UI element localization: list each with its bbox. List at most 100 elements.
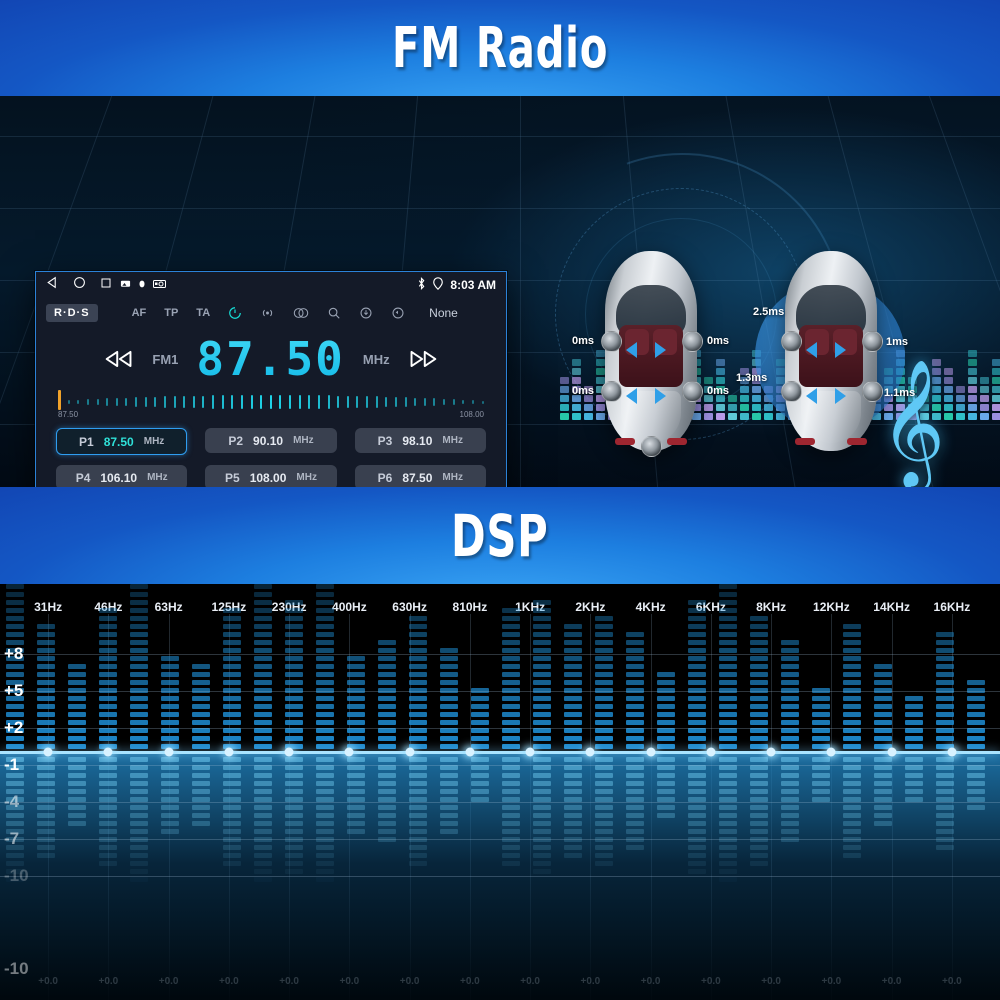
spectrum-bar-reflection	[68, 757, 86, 826]
scale-tick	[394, 396, 397, 408]
scale-tick	[212, 395, 214, 409]
delay-label: 0ms	[707, 335, 730, 347]
spectrum-bar	[316, 584, 334, 749]
rewind-icon[interactable]	[104, 346, 134, 372]
bg-band-handle	[224, 747, 234, 757]
bg-band-handle	[525, 747, 535, 757]
preset-frequency: 87.50	[402, 470, 433, 485]
scale-tick	[366, 396, 368, 408]
scale-tick	[375, 396, 378, 408]
spectrum-bar-reflection	[843, 757, 861, 858]
spectrum-bar	[905, 696, 923, 749]
delay-label: 0ms	[572, 335, 595, 347]
scale-tick	[154, 396, 157, 408]
fast-forward-icon[interactable]	[408, 346, 438, 372]
speaker-icon	[682, 331, 703, 352]
bg-grid-line	[0, 654, 1000, 655]
download-icon[interactable]	[359, 306, 373, 320]
preset-button-p1[interactable]: P1 87.50 MHz	[56, 428, 188, 455]
bg-band-handle	[947, 747, 957, 757]
bg-axis-label: +8	[4, 644, 24, 663]
preset-unit: MHz	[442, 472, 463, 483]
delay-label: 1.3ms	[736, 372, 768, 384]
preset-button-p2[interactable]: P2 90.10 MHz	[205, 428, 337, 453]
scale-tick	[115, 397, 118, 407]
bg-band-handle	[43, 747, 53, 757]
preset-number: P3	[377, 433, 393, 448]
spectrum-bar	[471, 688, 489, 749]
home-icon[interactable]	[73, 276, 86, 294]
preset-frequency: 98.10	[402, 433, 433, 448]
scale-tick	[202, 395, 205, 409]
bg-axis-label: +5	[4, 681, 24, 700]
rds-pty-value[interactable]: None	[429, 306, 458, 320]
band-label[interactable]: FM1	[152, 352, 178, 367]
preset-button-p6[interactable]: P6 87.50 MHz	[354, 465, 486, 487]
scale-tick	[404, 397, 407, 407]
bg-band-value: +0.0	[339, 976, 360, 987]
tuning-scale[interactable]: 87.50 108.00	[58, 390, 484, 424]
preset-button-p5[interactable]: P5 108.00 MHz	[205, 465, 337, 487]
spectrum-bar-reflection	[192, 757, 210, 826]
spectrum-bar	[595, 616, 613, 749]
bg-band-handle	[706, 747, 716, 757]
bg-band-handle	[103, 747, 113, 757]
eq-art-column	[956, 386, 965, 420]
delay-label: 1.1ms	[884, 387, 916, 399]
scale-max-label: 108.00	[459, 410, 484, 419]
spectrum-bar-reflection	[378, 757, 396, 842]
spectrum-bar-reflection	[812, 757, 830, 802]
bg-grid-line	[0, 691, 1000, 692]
refresh-icon[interactable]	[391, 306, 405, 320]
search-icon[interactable]	[327, 306, 341, 320]
spectrum-bar	[37, 624, 55, 749]
spectrum-bar-reflection	[936, 757, 954, 850]
preset-number: P5	[225, 470, 240, 485]
scale-tick	[77, 399, 80, 405]
bg-grid-line	[0, 802, 1000, 803]
spectrum-bar-reflection	[905, 757, 923, 802]
scale-tick	[86, 399, 89, 405]
recents-icon[interactable]	[100, 276, 112, 294]
radio-clock: 8:03 AM	[450, 278, 496, 292]
bg-axis-label: +2	[4, 718, 24, 737]
fm-radio-section: 𝄞 0ms 0ms 0ms 0ms 2.5ms 1ms 1.3ms 1.1ms …	[0, 96, 1000, 487]
rds-ta-button[interactable]: TA	[196, 307, 210, 319]
spectrum-bar-reflection	[254, 757, 272, 914]
bg-band-value: +0.0	[640, 976, 661, 987]
preset-unit: MHz	[143, 436, 165, 447]
spectrum-bar-reflection	[595, 757, 613, 866]
back-icon[interactable]	[46, 276, 59, 294]
bg-band-label: 400Hz	[332, 600, 367, 614]
delay-label: 0ms	[572, 385, 595, 397]
screenshot-icon[interactable]	[120, 276, 131, 294]
eq-art-column	[992, 359, 1000, 420]
bg-band-value: +0.0	[158, 976, 179, 987]
preset-number: P2	[228, 433, 244, 448]
spectrum-bar	[409, 616, 427, 749]
preset-button-p4[interactable]: P4 106.10 MHz	[56, 465, 188, 487]
spectrum-bar-reflection	[626, 757, 644, 850]
scale-tick	[192, 395, 195, 409]
stereo-icon[interactable]	[293, 306, 309, 320]
bg-band-handle	[585, 747, 595, 757]
speaker-icon	[601, 331, 622, 352]
record-icon[interactable]	[137, 276, 147, 294]
scale-tick	[289, 395, 291, 409]
preset-button-p3[interactable]: P3 98.10 MHz	[354, 428, 486, 453]
clock-icon[interactable]	[228, 306, 242, 320]
scale-tick	[471, 400, 474, 404]
car-diagram-no-delay	[605, 251, 697, 451]
bg-axis-label: -10	[4, 959, 29, 978]
frequency-unit: MHz	[362, 351, 390, 367]
bg-band-value: +0.0	[701, 976, 721, 987]
dsp-banner: DSP	[0, 487, 1000, 584]
scale-tick	[337, 395, 340, 409]
signal-waves-icon[interactable]	[260, 306, 275, 320]
speaker-icon	[862, 381, 883, 402]
rds-af-button[interactable]: AF	[132, 307, 147, 319]
grid-line	[0, 136, 1000, 137]
camera-icon[interactable]	[153, 276, 166, 294]
scale-tick	[183, 395, 186, 409]
rds-tp-button[interactable]: TP	[164, 307, 178, 319]
